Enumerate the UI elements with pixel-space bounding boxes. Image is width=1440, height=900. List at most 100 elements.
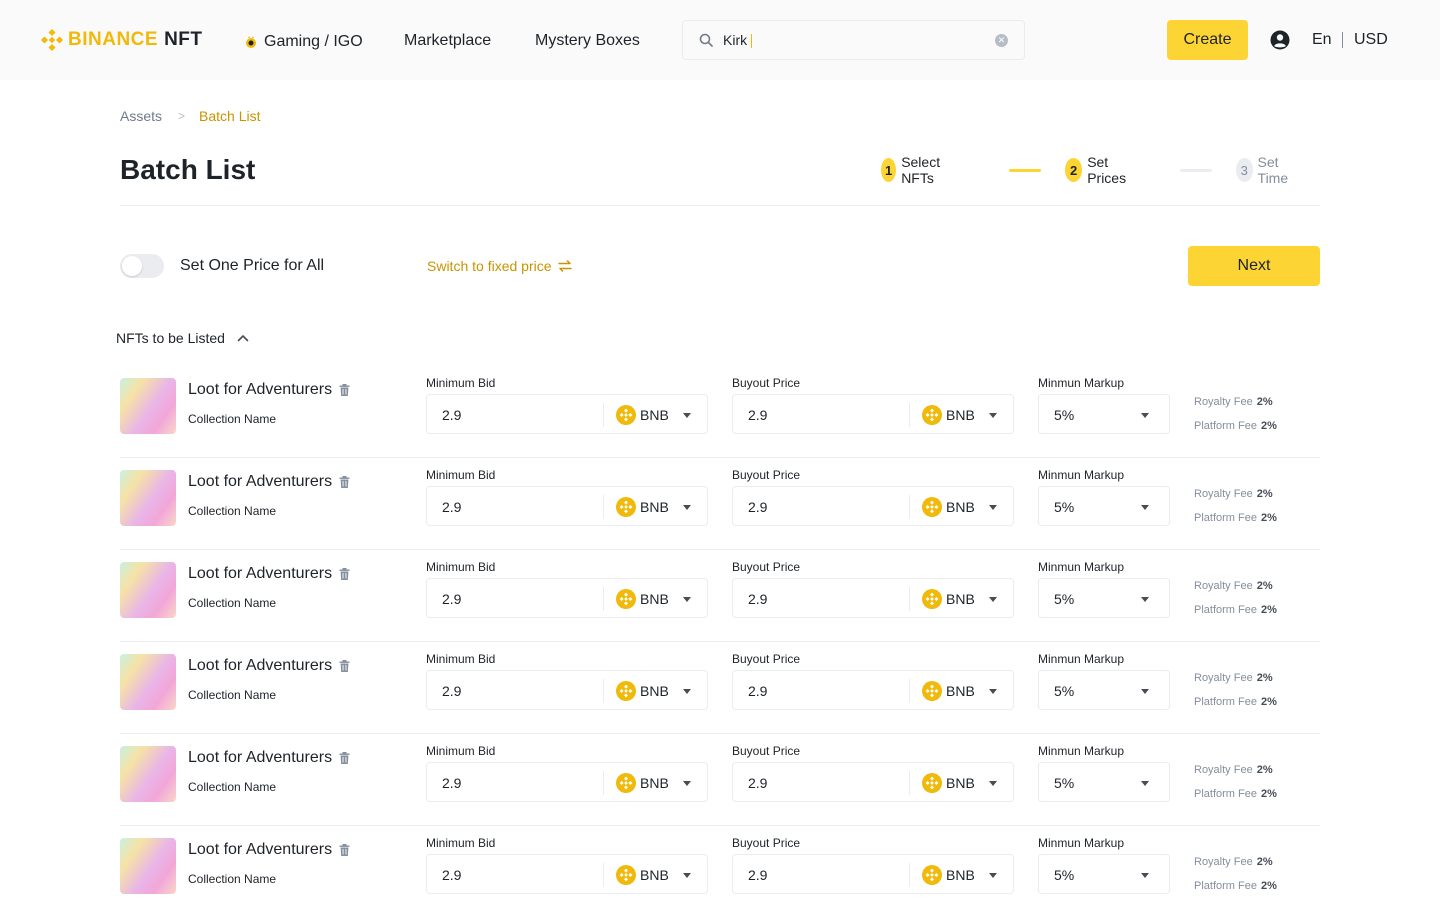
chevron-down-icon[interactable] (989, 413, 997, 418)
min-markup-label: Minmun Markup (1038, 652, 1125, 666)
binance-nft-logo[interactable]: BINANCE NFT (40, 28, 203, 52)
title-divider (120, 205, 1320, 206)
min-markup-select[interactable]: 5% (1038, 762, 1170, 802)
chevron-right-icon: > (178, 109, 186, 123)
trash-icon[interactable] (339, 384, 350, 396)
buyout-price-field[interactable]: 2.9 BNB (732, 762, 1014, 802)
buyout-price-input[interactable]: 2.9 (748, 499, 767, 515)
chevron-down-icon[interactable] (683, 597, 691, 602)
min-bid-field[interactable]: 2.9 BNB (426, 670, 708, 710)
min-bid-field[interactable]: 2.9 BNB (426, 486, 708, 526)
buyout-price-field[interactable]: 2.9 BNB (732, 854, 1014, 894)
create-button[interactable]: Create (1167, 20, 1248, 60)
field-divider (909, 495, 910, 519)
chevron-down-icon[interactable] (989, 597, 997, 602)
royalty-fee: Royalty Fee 2% (1194, 488, 1273, 500)
min-markup-value: 5% (1054, 775, 1075, 791)
min-bid-input[interactable]: 2.9 (442, 407, 461, 423)
buyout-price-input[interactable]: 2.9 (748, 867, 767, 883)
coin-select[interactable]: BNB (640, 867, 669, 883)
min-bid-field[interactable]: 2.9 BNB (426, 762, 708, 802)
chevron-down-icon[interactable] (1141, 873, 1149, 878)
min-bid-input[interactable]: 2.9 (442, 683, 461, 699)
coin-select[interactable]: BNB (946, 591, 975, 607)
chevron-down-icon[interactable] (683, 505, 691, 510)
min-bid-input[interactable]: 2.9 (442, 775, 461, 791)
bnb-coin-icon (922, 405, 942, 425)
coin-select[interactable]: BNB (946, 775, 975, 791)
trash-icon[interactable] (339, 660, 350, 672)
trash-icon[interactable] (339, 568, 350, 580)
min-markup-value: 5% (1054, 407, 1075, 423)
min-bid-input[interactable]: 2.9 (442, 499, 461, 515)
chevron-down-icon[interactable] (683, 873, 691, 878)
search-icon (699, 33, 713, 47)
language-selector[interactable]: En (1312, 31, 1332, 49)
buyout-price-input[interactable]: 2.9 (748, 683, 767, 699)
chevron-down-icon[interactable] (1141, 689, 1149, 694)
buyout-price-field[interactable]: 2.9 BNB (732, 670, 1014, 710)
chevron-down-icon[interactable] (989, 781, 997, 786)
chevron-down-icon[interactable] (1141, 505, 1149, 510)
chevron-down-icon[interactable] (1141, 413, 1149, 418)
min-bid-field[interactable]: 2.9 BNB (426, 578, 708, 618)
coin-select[interactable]: BNB (946, 683, 975, 699)
trash-icon[interactable] (339, 844, 350, 856)
trash-icon[interactable] (339, 476, 350, 488)
coin-select[interactable]: BNB (946, 407, 975, 423)
royalty-fee: Royalty Fee 2% (1194, 764, 1273, 776)
buyout-price-field[interactable]: 2.9 BNB (732, 578, 1014, 618)
min-markup-select[interactable]: 5% (1038, 394, 1170, 434)
chevron-down-icon[interactable] (1141, 597, 1149, 602)
user-icon[interactable] (1270, 30, 1290, 50)
toggle-knob (122, 256, 142, 276)
buyout-price-input[interactable]: 2.9 (748, 775, 767, 791)
min-markup-select[interactable]: 5% (1038, 854, 1170, 894)
min-bid-field[interactable]: 2.9 BNB (426, 394, 708, 434)
field-divider (909, 863, 910, 887)
min-bid-input[interactable]: 2.9 (442, 867, 461, 883)
coin-select[interactable]: BNB (640, 775, 669, 791)
chevron-down-icon[interactable] (683, 689, 691, 694)
buyout-price-field[interactable]: 2.9 BNB (732, 394, 1014, 434)
coin-select[interactable]: BNB (946, 867, 975, 883)
chevron-down-icon[interactable] (989, 689, 997, 694)
min-bid-field[interactable]: 2.9 BNB (426, 854, 708, 894)
min-bid-input[interactable]: 2.9 (442, 591, 461, 607)
chevron-down-icon[interactable] (683, 781, 691, 786)
coin-select[interactable]: BNB (640, 499, 669, 515)
coin-select[interactable]: BNB (946, 499, 975, 515)
coin-select[interactable]: BNB (640, 683, 669, 699)
next-button[interactable]: Next (1188, 246, 1320, 286)
breadcrumb-assets[interactable]: Assets (120, 108, 162, 124)
trash-icon[interactable] (339, 752, 350, 764)
nft-thumbnail (120, 378, 176, 434)
min-markup-select[interactable]: 5% (1038, 670, 1170, 710)
chevron-down-icon[interactable] (1141, 781, 1149, 786)
chevron-down-icon[interactable] (683, 413, 691, 418)
coin-select[interactable]: BNB (640, 407, 669, 423)
step-number: 1 (881, 158, 897, 182)
buyout-price-field[interactable]: 2.9 BNB (732, 486, 1014, 526)
nav-mystery-boxes[interactable]: Mystery Boxes (535, 30, 640, 52)
buyout-price-input[interactable]: 2.9 (748, 407, 767, 423)
clear-icon[interactable]: ✕ (995, 34, 1008, 47)
chevron-down-icon[interactable] (989, 873, 997, 878)
nfts-to-be-listed-header[interactable]: NFTs to be Listed (116, 330, 249, 346)
min-markup-select[interactable]: 5% (1038, 486, 1170, 526)
gaming-flame-icon (246, 36, 256, 48)
field-divider (909, 587, 910, 611)
coin-select[interactable]: BNB (640, 591, 669, 607)
chevron-down-icon[interactable] (989, 505, 997, 510)
switch-to-fixed-price-link[interactable]: Switch to fixed price (427, 258, 572, 274)
currency-selector[interactable]: USD (1354, 31, 1388, 49)
set-one-price-toggle[interactable] (120, 254, 164, 278)
bnb-coin-icon (922, 497, 942, 517)
step-number: 3 (1236, 158, 1253, 182)
buyout-price-input[interactable]: 2.9 (748, 591, 767, 607)
nav-gaming-igo[interactable]: Gaming / IGO (244, 31, 363, 53)
top-header: BINANCE NFT Gaming / IGO Marketplace Myst… (0, 0, 1440, 80)
search-input[interactable]: Kirk ✕ (682, 20, 1025, 60)
min-markup-select[interactable]: 5% (1038, 578, 1170, 618)
nav-marketplace[interactable]: Marketplace (404, 30, 491, 52)
